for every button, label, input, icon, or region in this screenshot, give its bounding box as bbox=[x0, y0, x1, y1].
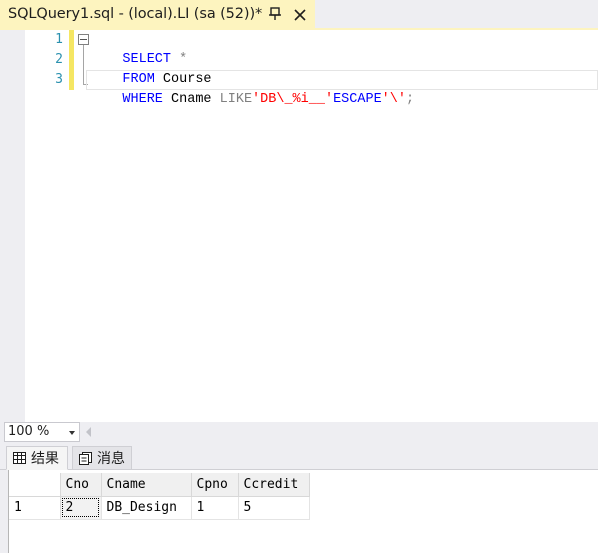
editor-gutter bbox=[0, 30, 25, 422]
line-number-2: 2 bbox=[55, 52, 63, 67]
column-header-cno[interactable]: Cno bbox=[60, 473, 102, 497]
line-number-margin: 1 2 3 bbox=[25, 30, 65, 422]
table-cell-cno[interactable]: 2 bbox=[60, 496, 102, 520]
results-grid[interactable]: Cno Cname Cpno Ccredit 1 2 DB_Design 1 5 bbox=[8, 470, 598, 553]
fold-guide-line bbox=[83, 45, 84, 85]
column-header-cname[interactable]: Cname bbox=[101, 473, 192, 497]
table-cell-ccredit[interactable]: 5 bbox=[238, 496, 310, 520]
sql-editor[interactable]: 1 2 3 SELECT * FROM Course WHERE Cname L… bbox=[0, 30, 598, 422]
zoom-value: 100 % bbox=[8, 424, 50, 439]
chevron-down-icon bbox=[69, 431, 75, 435]
tab-messages[interactable]: 消息 bbox=[72, 446, 132, 470]
code-token: LIKE bbox=[219, 92, 253, 107]
code-line-1[interactable]: SELECT * bbox=[90, 30, 187, 67]
results-table: Cno Cname Cpno Ccredit 1 2 DB_Design 1 5 bbox=[9, 473, 310, 520]
column-header-ccredit[interactable]: Ccredit bbox=[238, 473, 310, 497]
document-tab-title: SQLQuery1.sql - (local).LI (sa (52))* bbox=[8, 6, 263, 22]
grid-icon bbox=[13, 452, 26, 464]
tab-results-label: 结果 bbox=[31, 451, 59, 467]
table-cell-cpno[interactable]: 1 bbox=[191, 496, 239, 520]
pin-icon[interactable] bbox=[268, 6, 282, 22]
column-header-cpno[interactable]: Cpno bbox=[191, 473, 239, 497]
collapse-icon[interactable] bbox=[78, 34, 89, 45]
code-line-3[interactable]: WHERE Cname LIKE'DB\_%i__'ESCAPE'\'; bbox=[90, 70, 414, 107]
grid-corner-cell[interactable] bbox=[9, 473, 61, 497]
tab-results[interactable]: 结果 bbox=[6, 446, 68, 470]
results-tab-strip: 结果 消息 bbox=[0, 442, 598, 470]
messages-icon bbox=[79, 451, 92, 465]
tab-messages-label: 消息 bbox=[97, 451, 125, 467]
zoom-bar: 100 % bbox=[0, 422, 598, 442]
code-line-2[interactable]: FROM Course bbox=[90, 50, 211, 87]
code-token: ESCAPE bbox=[333, 92, 382, 107]
code-token: WHERE bbox=[122, 92, 163, 107]
code-token: 'DB\_%i__' bbox=[252, 92, 334, 107]
zoom-dropdown[interactable]: 100 % bbox=[4, 422, 80, 442]
change-tracking-bar bbox=[69, 30, 74, 90]
code-token: '\' bbox=[381, 92, 406, 107]
code-token: ; bbox=[405, 92, 415, 107]
table-cell-cname[interactable]: DB_Design bbox=[101, 496, 192, 520]
table-row[interactable]: 1 2 DB_Design 1 5 bbox=[9, 496, 310, 520]
close-icon[interactable] bbox=[293, 6, 307, 22]
document-tab-strip: SQLQuery1.sql - (local).LI (sa (52))* bbox=[0, 0, 598, 30]
line-number-1: 1 bbox=[55, 32, 63, 47]
line-number-3: 3 bbox=[55, 72, 63, 87]
row-number[interactable]: 1 bbox=[9, 496, 61, 520]
table-header-row: Cno Cname Cpno Ccredit bbox=[9, 473, 310, 497]
document-tab[interactable]: SQLQuery1.sql - (local).LI (sa (52))* bbox=[0, 0, 315, 28]
code-token: Cname bbox=[162, 92, 220, 107]
scroll-left-arrow-icon[interactable] bbox=[86, 427, 91, 437]
